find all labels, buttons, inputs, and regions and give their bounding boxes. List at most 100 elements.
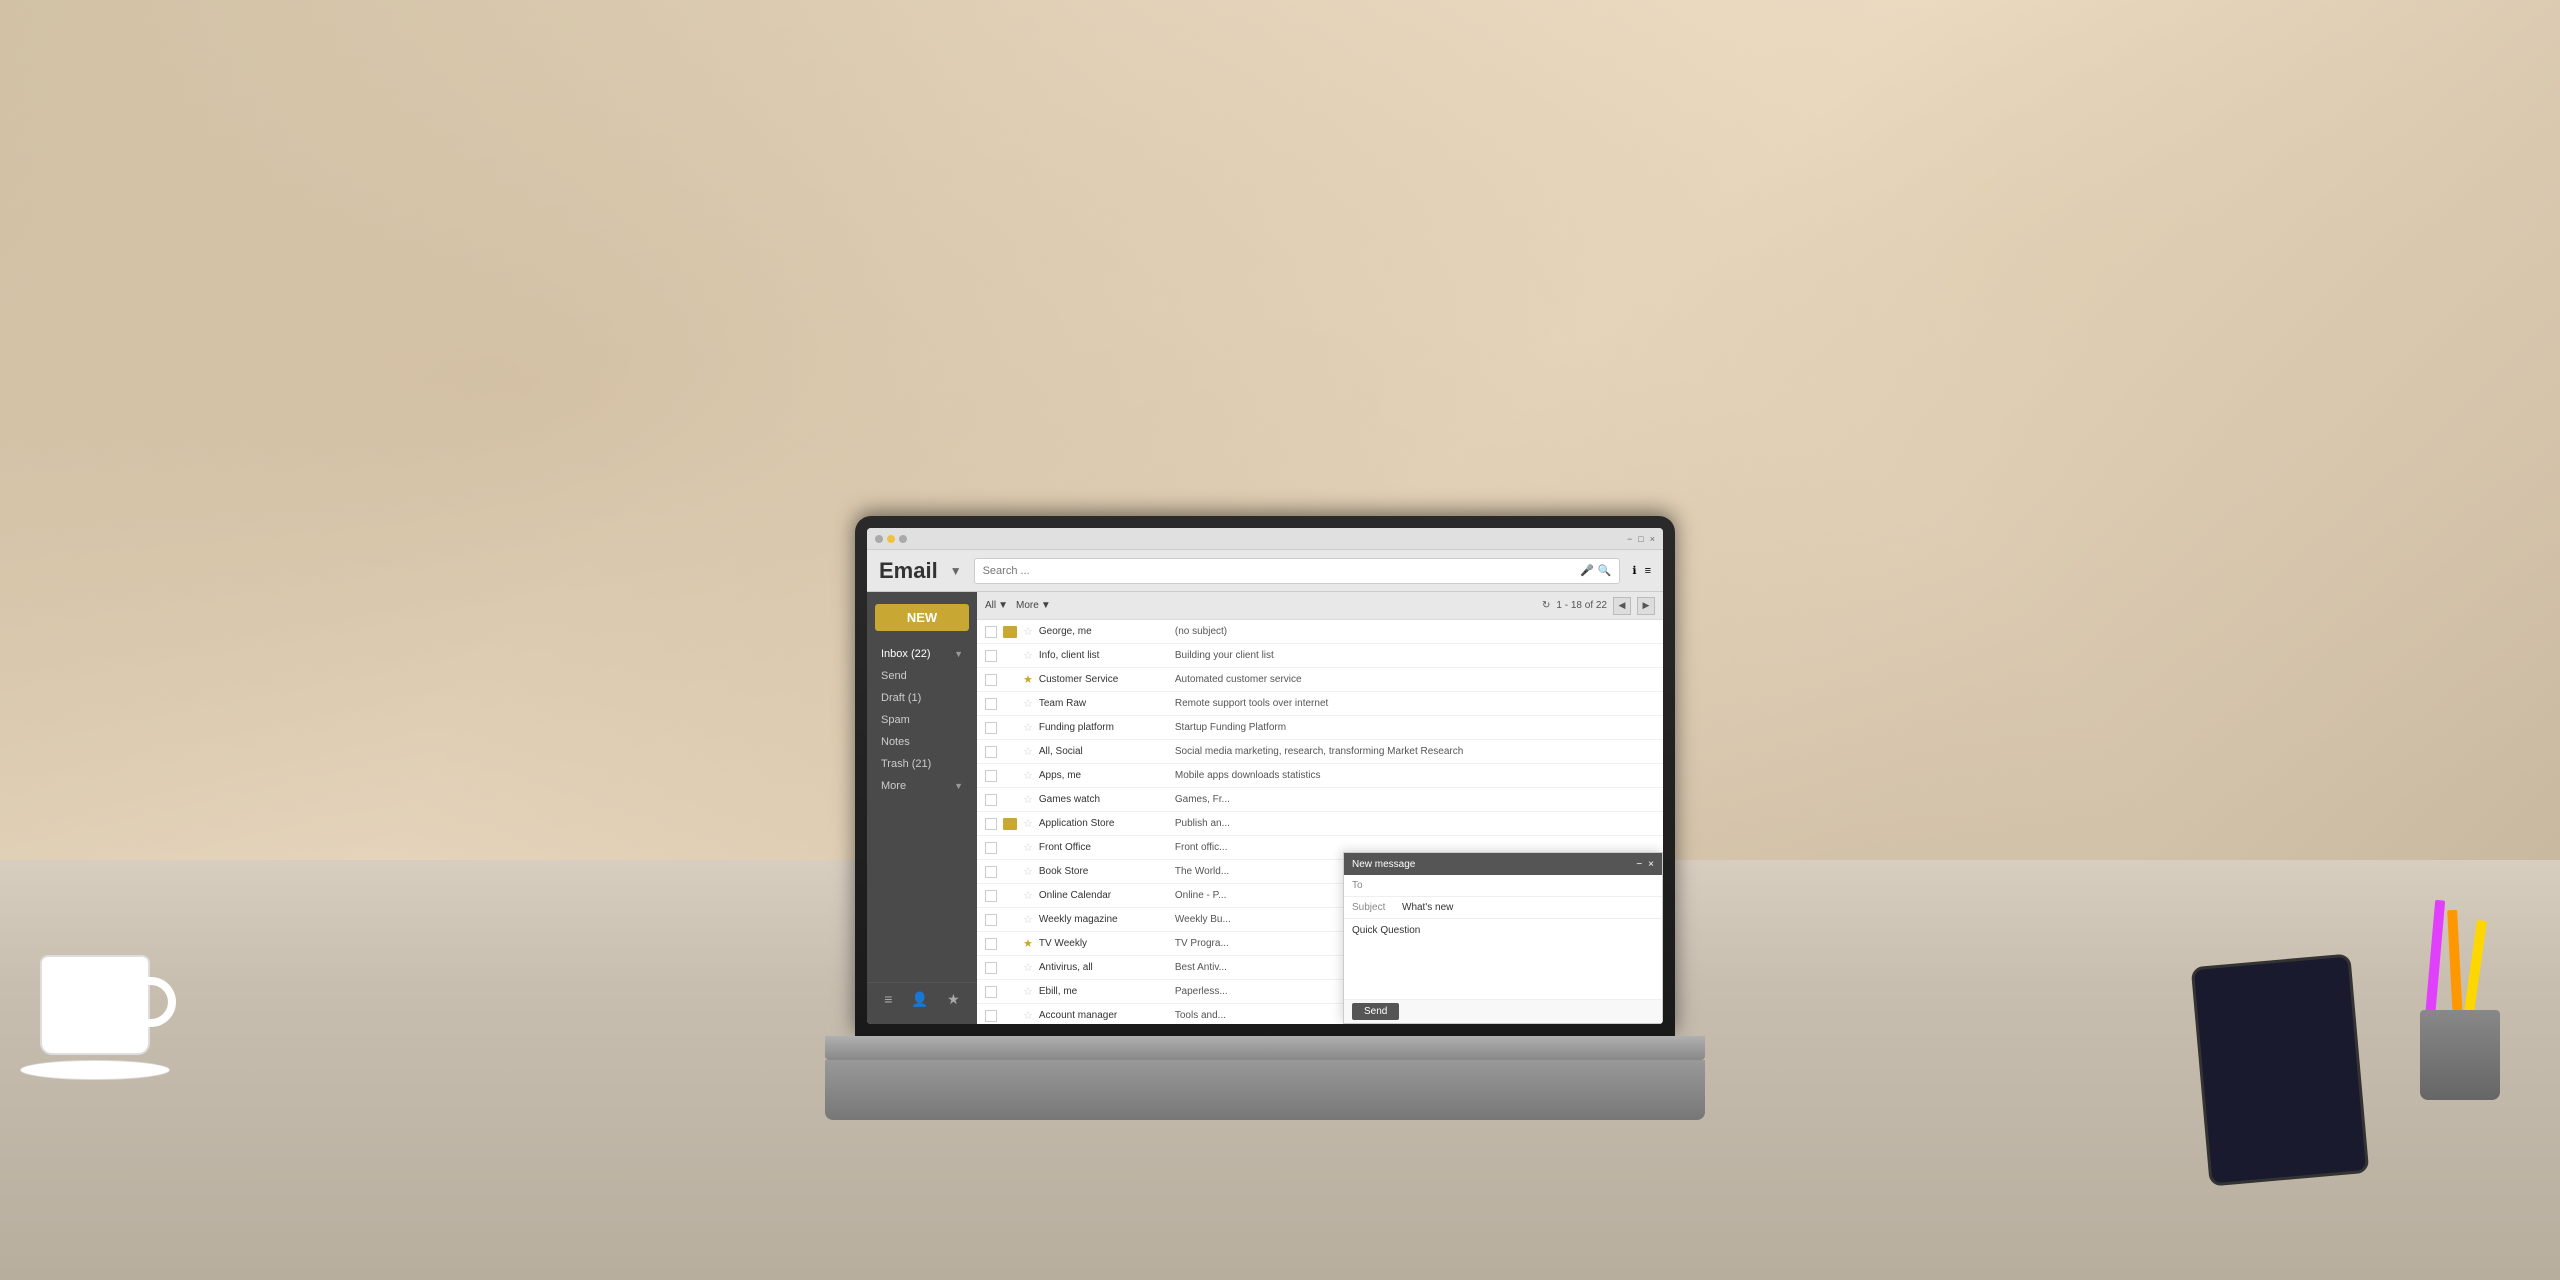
sidebar-item-send[interactable]: Send xyxy=(867,665,977,687)
email-checkbox[interactable] xyxy=(985,914,997,926)
coffee-mug xyxy=(40,955,150,1055)
app-header: Email ▼ 🎤 🔍 ℹ ≡ xyxy=(867,550,1663,592)
email-checkbox[interactable] xyxy=(985,698,997,710)
folder-icon-empty xyxy=(1003,650,1017,662)
email-sender: TV Weekly xyxy=(1039,938,1169,949)
star-icon[interactable]: ☆ xyxy=(1023,697,1033,710)
table-row[interactable]: ☆ All, Social Social media marketing, re… xyxy=(977,740,1663,764)
pencil-cup xyxy=(2420,1010,2500,1100)
email-checkbox[interactable] xyxy=(985,1010,997,1022)
email-checkbox[interactable] xyxy=(985,674,997,686)
email-checkbox[interactable] xyxy=(985,794,997,806)
star-icon[interactable]: ☆ xyxy=(1023,769,1033,782)
star-icon-active[interactable]: ★ xyxy=(1023,673,1033,686)
email-checkbox[interactable] xyxy=(985,650,997,662)
popup-title: New message xyxy=(1352,859,1415,870)
laptop-base xyxy=(825,1036,1705,1060)
table-row[interactable]: ☆ Apps, me Mobile apps downloads statist… xyxy=(977,764,1663,788)
email-checkbox[interactable] xyxy=(985,938,997,950)
star-icon[interactable]: ☆ xyxy=(1023,865,1033,878)
star-icon[interactable]: ☆ xyxy=(1023,985,1033,998)
search-input[interactable] xyxy=(983,565,1576,577)
email-sender: Book Store xyxy=(1039,866,1169,877)
mug-saucer xyxy=(20,1060,170,1080)
sidebar-filter-icon[interactable]: ≡ xyxy=(884,991,892,1008)
prev-page-button[interactable]: ◀ xyxy=(1613,597,1631,615)
table-row[interactable]: ☆ Info, client list Building your client… xyxy=(977,644,1663,668)
popup-close-button[interactable]: × xyxy=(1648,859,1654,870)
next-page-button[interactable]: ▶ xyxy=(1637,597,1655,615)
email-checkbox[interactable] xyxy=(985,626,997,638)
title-bar-right-controls: − □ × xyxy=(1627,534,1655,544)
email-subject: Building your client list xyxy=(1175,650,1655,661)
search-icon[interactable]: 🔍 xyxy=(1598,564,1612,577)
folder-icon-empty xyxy=(1003,794,1017,806)
star-icon[interactable]: ☆ xyxy=(1023,649,1033,662)
star-icon[interactable]: ☆ xyxy=(1023,913,1033,926)
sidebar-item-spam[interactable]: Spam xyxy=(867,709,977,731)
popup-min-button[interactable]: − xyxy=(1636,859,1642,870)
refresh-icon[interactable]: ↻ xyxy=(1542,600,1550,611)
email-checkbox[interactable] xyxy=(985,842,997,854)
email-checkbox[interactable] xyxy=(985,962,997,974)
more-toolbar-button[interactable]: More ▼ xyxy=(1016,600,1051,611)
window-max-label[interactable]: □ xyxy=(1638,534,1643,544)
menu-icon[interactable]: ≡ xyxy=(1645,565,1651,577)
window-min-label[interactable]: − xyxy=(1627,534,1632,544)
pagination: ↻ 1 - 18 of 22 ◀ ▶ xyxy=(1542,597,1655,615)
more-toolbar-dropdown-icon: ▼ xyxy=(1041,600,1051,611)
email-sender: Ebill, me xyxy=(1039,986,1169,997)
folder-icon xyxy=(1003,626,1017,638)
email-toolbar: All ▼ More ▼ ↻ 1 - 18 of 22 ◀ xyxy=(977,592,1663,620)
star-icon[interactable]: ☆ xyxy=(1023,961,1033,974)
star-icon[interactable]: ☆ xyxy=(1023,1009,1033,1022)
sidebar-item-trash[interactable]: Trash (21) xyxy=(867,753,977,775)
email-checkbox[interactable] xyxy=(985,866,997,878)
search-bar: 🎤 🔍 xyxy=(974,558,1621,584)
window-close-label[interactable]: × xyxy=(1650,534,1655,544)
sidebar-starred-icon[interactable]: ★ xyxy=(947,991,960,1008)
star-icon[interactable]: ☆ xyxy=(1023,817,1033,830)
table-row[interactable]: ☆ Team Raw Remote support tools over int… xyxy=(977,692,1663,716)
email-list-container: All ▼ More ▼ ↻ 1 - 18 of 22 ◀ xyxy=(977,592,1663,1024)
sidebar-item-inbox[interactable]: Inbox (22) ▼ xyxy=(867,643,977,665)
star-icon[interactable]: ☆ xyxy=(1023,841,1033,854)
star-icon[interactable]: ☆ xyxy=(1023,625,1033,638)
email-subject: Mobile apps downloads statistics xyxy=(1175,770,1655,781)
popup-subject-value[interactable]: What's new xyxy=(1402,902,1654,913)
sidebar-item-notes[interactable]: Notes xyxy=(867,731,977,753)
email-sender: Weekly magazine xyxy=(1039,914,1169,925)
email-checkbox[interactable] xyxy=(985,746,997,758)
table-row[interactable]: ☆ George, me (no subject) xyxy=(977,620,1663,644)
email-checkbox[interactable] xyxy=(985,890,997,902)
sidebar-contacts-icon[interactable]: 👤 xyxy=(911,991,928,1008)
info-icon[interactable]: ℹ xyxy=(1632,564,1636,577)
table-row[interactable]: ☆ Games watch Games, Fr... xyxy=(977,788,1663,812)
all-button[interactable]: All ▼ xyxy=(985,600,1008,611)
star-icon[interactable]: ☆ xyxy=(1023,793,1033,806)
window-min-dot xyxy=(887,535,895,543)
all-label: All xyxy=(985,600,996,611)
star-icon[interactable]: ☆ xyxy=(1023,889,1033,902)
email-checkbox[interactable] xyxy=(985,986,997,998)
sidebar-item-draft[interactable]: Draft (1) xyxy=(867,687,977,709)
email-checkbox[interactable] xyxy=(985,770,997,782)
star-icon[interactable]: ☆ xyxy=(1023,721,1033,734)
table-row[interactable]: ☆ Funding platform Startup Funding Platf… xyxy=(977,716,1663,740)
send-button[interactable]: Send xyxy=(1352,1003,1399,1020)
popup-body[interactable]: Quick Question xyxy=(1344,919,1662,999)
popup-to-label: To xyxy=(1352,880,1402,891)
pencil-holder xyxy=(2420,1010,2500,1100)
mic-icon[interactable]: 🎤 xyxy=(1580,564,1594,577)
coffee-mug-area xyxy=(40,955,170,1080)
star-icon-active[interactable]: ★ xyxy=(1023,937,1033,950)
laptop-keyboard xyxy=(825,1060,1705,1120)
table-row[interactable]: ☆ Application Store Publish an... xyxy=(977,812,1663,836)
sidebar-item-more[interactable]: More ▼ xyxy=(867,775,977,797)
email-checkbox[interactable] xyxy=(985,722,997,734)
email-checkbox[interactable] xyxy=(985,818,997,830)
star-icon[interactable]: ☆ xyxy=(1023,745,1033,758)
table-row[interactable]: ★ Customer Service Automated customer se… xyxy=(977,668,1663,692)
title-dropdown-icon[interactable]: ▼ xyxy=(950,564,962,578)
new-button[interactable]: NEW xyxy=(875,604,969,631)
